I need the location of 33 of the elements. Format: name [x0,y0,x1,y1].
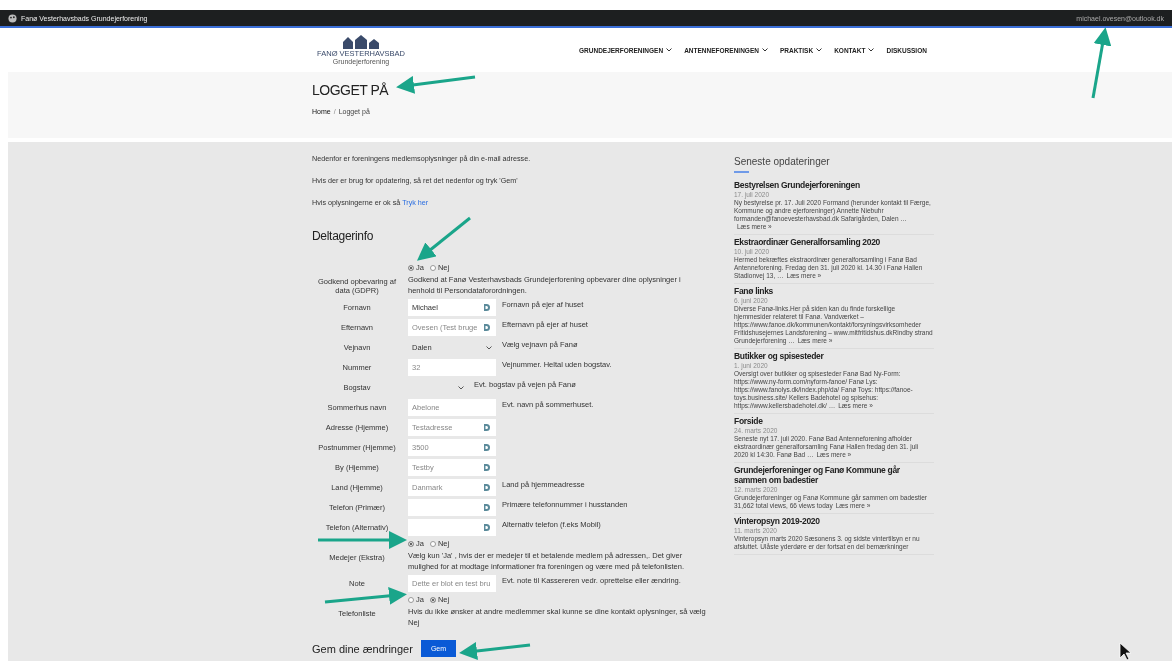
post-title-link[interactable]: Forside [734,416,934,426]
annotation-arrow [417,216,471,261]
palette-icon[interactable] [8,13,17,23]
autofill-icon[interactable] [484,504,490,511]
post-title-link[interactable]: Butikker og spisesteder [734,351,934,361]
post-title-link[interactable]: Vinteropsyn 2019-2020 [734,516,934,526]
post-title-link[interactable]: Grundejerforeninger og Fanø Kommune går sammen om badestier [734,465,934,485]
autofill-icon[interactable] [484,444,490,451]
post-title-link[interactable]: Fanø links [734,286,934,296]
chevron-down-icon[interactable] [666,48,673,52]
section-title: Deltagerinfo [312,229,375,243]
chevron-down-icon [486,345,492,350]
annotation-arrow [459,642,531,660]
mouse-cursor-icon [1119,642,1132,661]
autofill-icon[interactable] [484,304,490,311]
sidebar-title: Seneste opdateringer [734,156,831,167]
chevron-down-icon[interactable] [761,48,768,52]
post-title-link[interactable]: Ekstraordinær Generalforsamling 2020 [734,237,934,247]
title-underline [734,171,749,173]
autofill-icon[interactable] [484,424,490,431]
autofill-icon[interactable] [484,524,490,531]
annotation-arrow [1091,27,1112,99]
post-title-link[interactable]: Bestyrelsen Grundejerforeningen [734,180,934,190]
text-field[interactable] [408,499,496,516]
text-field[interactable] [408,519,496,536]
chevron-down-icon[interactable] [868,48,875,52]
houses-logo-icon[interactable] [341,35,381,49]
autofill-icon[interactable] [484,464,490,471]
autofill-icon[interactable] [484,484,490,491]
page-title: LOGGET PÅ [312,82,389,98]
chevron-down-icon[interactable] [816,48,823,52]
save-heading: Gem dine ændringer [312,642,413,655]
autofill-icon[interactable] [484,324,490,331]
